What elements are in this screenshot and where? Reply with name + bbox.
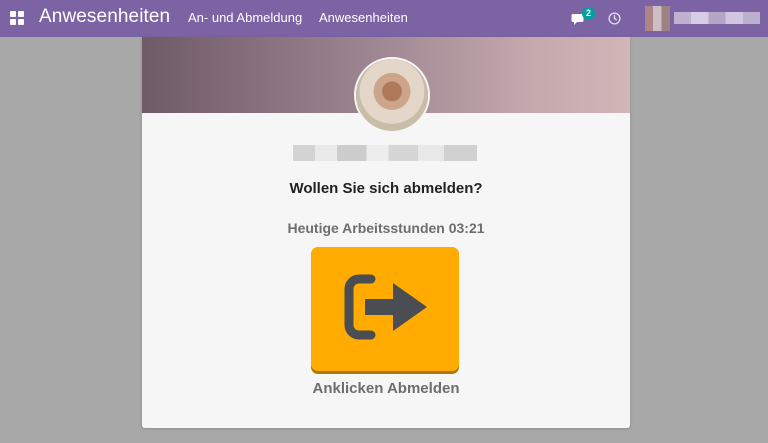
clock-icon[interactable]	[608, 12, 621, 25]
kiosk-card: Wollen Sie sich abmelden? Heutige Arbeit…	[142, 37, 630, 428]
app-title[interactable]: Anwesenheiten	[39, 6, 170, 28]
signout-question: Wollen Sie sich abmelden?	[289, 180, 483, 197]
apps-menu-icon[interactable]	[10, 11, 25, 26]
menu-item-check-in-out[interactable]: An- und Abmeldung	[188, 10, 302, 25]
menu-item-attendances[interactable]: Anwesenheiten	[319, 10, 408, 25]
chat-badge: 2	[582, 7, 595, 20]
top-navbar: Anwesenheiten An- und Abmeldung Anwesenh…	[0, 0, 768, 37]
worked-hours: Heutige Arbeitsstunden 03:21	[287, 220, 485, 236]
user-avatar[interactable]	[645, 6, 670, 31]
employee-name	[293, 145, 477, 161]
sign-out-label[interactable]: Anklicken Abmelden	[142, 380, 630, 397]
sign-out-icon	[344, 274, 427, 340]
sign-out-button[interactable]	[311, 247, 459, 371]
user-menu[interactable]	[674, 12, 760, 24]
employee-avatar	[356, 59, 428, 131]
